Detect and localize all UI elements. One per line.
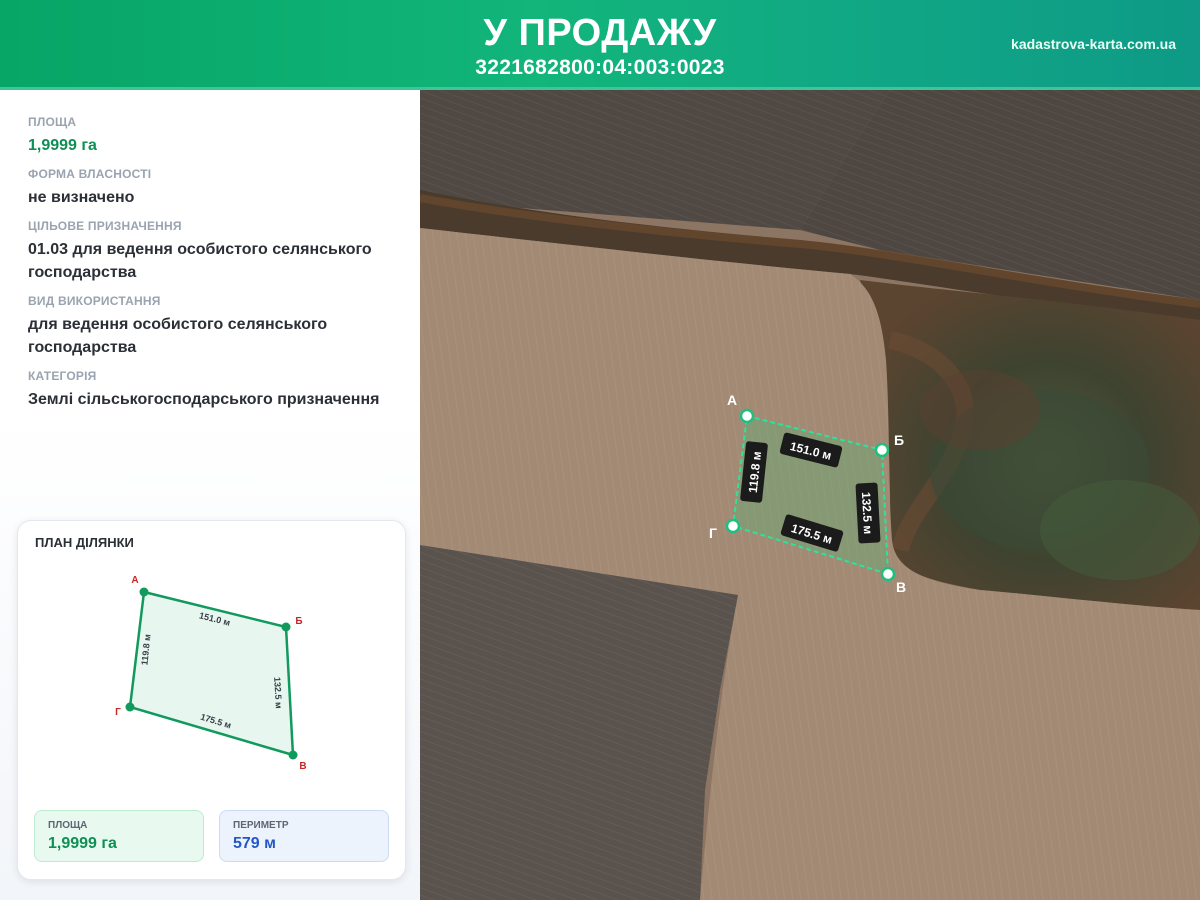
map-vertex-g[interactable] [725, 518, 741, 534]
ownership-label: ФОРМА ВЛАСНОСТІ [28, 167, 152, 181]
ownership-value: не визначено [28, 189, 135, 206]
satellite-map[interactable]: А Б В Г 151.0 м 132.5 м 175.5 м 119.8 м [420, 90, 1200, 900]
map-side-bv: 132.5 м [855, 482, 881, 544]
plan-perimeter-value: 579 м [233, 835, 276, 852]
parcel-info-panel: ПЛОЩА 1,9999 га ФОРМА ВЛАСНОСТІ не визна… [0, 90, 420, 900]
plan-perimeter-box: ПЕРИМЕТР 579 м [219, 810, 389, 862]
plan-label-b: Б [295, 616, 302, 627]
purpose-field: ЦІЛЬОВЕ ПРИЗНАЧЕННЯ 01.03 для ведення ос… [28, 219, 408, 284]
map-vertex-b[interactable] [874, 442, 890, 458]
plan-perimeter-label: ПЕРИМЕТР [233, 820, 289, 831]
map-label-g: Г [709, 525, 717, 541]
cadastral-number: 3221682800:04:003:0023 [475, 56, 725, 79]
plan-label-g: Г [115, 707, 121, 718]
map-label-b: Б [894, 432, 904, 448]
ownership-field: ФОРМА ВЛАСНОСТІ не визначено [28, 167, 408, 209]
site-link[interactable]: kadastrova-karta.com.ua [1011, 36, 1176, 52]
plan-area-box: ПЛОЩА 1,9999 га [34, 810, 204, 862]
plan-area-label: ПЛОЩА [48, 820, 88, 831]
map-side-bv-text: 132.5 м [859, 492, 875, 535]
map-label-v: В [896, 579, 906, 595]
satellite-imagery: А Б В Г 151.0 м 132.5 м 175.5 м 119.8 м [420, 90, 1200, 900]
purpose-label: ЦІЛЬОВЕ ПРИЗНАЧЕННЯ [28, 219, 182, 233]
category-label: КАТЕГОРІЯ [28, 369, 97, 383]
category-field: КАТЕГОРІЯ Землі сільськогосподарського п… [28, 369, 408, 411]
plan-vertex-a [139, 587, 149, 597]
plan-vertex-v [288, 750, 298, 760]
plan-label-a: А [131, 575, 138, 586]
header-bar: У ПРОДАЖУ 3221682800:04:003:0023 kadastr… [0, 0, 1200, 90]
plot-plan-diagram: А Б В Г 151.0 м 132.5 м 175.5 м 119.8 м [115, 575, 306, 772]
plan-label-v: В [299, 761, 306, 772]
category-value: Землі сільськогосподарського призначення [28, 391, 380, 408]
usage-label: ВИД ВИКОРИСТАННЯ [28, 294, 161, 308]
plan-area-value: 1,9999 га [48, 835, 117, 852]
plan-side-bv: 132.5 м [272, 677, 284, 710]
purpose-value: 01.03 для ведення особистого селянського… [28, 241, 372, 281]
plan-vertex-g [125, 702, 135, 712]
usage-value: для ведення особистого селянського госпо… [28, 316, 328, 356]
area-label: ПЛОЩА [28, 115, 77, 129]
plot-plan-card: ПЛАН ДІЛЯНКИ А Б В Г 151.0 м 132.5 м 175… [17, 520, 406, 880]
usage-field: ВИД ВИКОРИСТАННЯ для ведення особистого … [28, 294, 408, 359]
area-field: ПЛОЩА 1,9999 га [28, 115, 408, 157]
map-label-a: А [727, 392, 737, 408]
map-vertex-v[interactable] [880, 566, 896, 582]
map-vertex-a[interactable] [739, 408, 755, 424]
area-value: 1,9999 га [28, 137, 97, 154]
plan-vertex-b [281, 622, 291, 632]
